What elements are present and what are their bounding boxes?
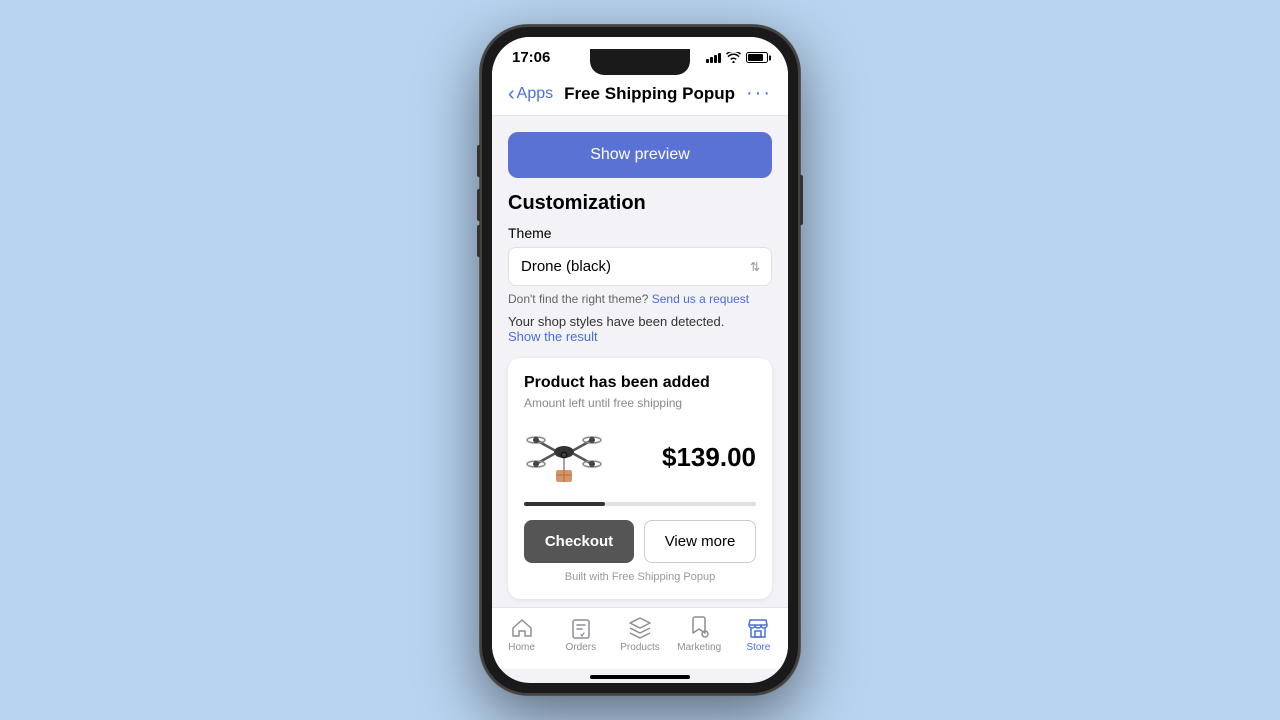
tab-products[interactable]: Products (610, 616, 669, 653)
progress-bar-fill (524, 502, 605, 506)
products-tab-icon (628, 616, 652, 640)
back-button[interactable]: ‹ Apps (508, 84, 553, 104)
drone-svg (524, 422, 604, 492)
scroll-content: Show preview Customization Theme Drone (… (492, 116, 788, 607)
marketing-tab-icon (687, 616, 711, 640)
tab-orders[interactable]: Orders (551, 616, 610, 653)
theme-select[interactable]: Drone (black) Minimal white Bold dark Cl… (508, 247, 772, 286)
help-text-prefix: Don't find the right theme? (508, 292, 652, 306)
drone-image (524, 422, 604, 492)
send-request-link[interactable]: Send us a request (652, 292, 749, 306)
tab-marketing[interactable]: Marketing (670, 616, 729, 653)
status-icons (706, 52, 768, 63)
back-label: Apps (517, 85, 553, 103)
tab-store[interactable]: Store (729, 616, 788, 653)
nav-bar: ‹ Apps Free Shipping Popup ··· (492, 72, 788, 116)
help-text: Don't find the right theme? Send us a re… (508, 292, 772, 306)
product-card: Product has been added Amount left until… (508, 358, 772, 599)
theme-field-label: Theme (508, 225, 772, 241)
built-with-text: Built with Free Shipping Popup (524, 571, 756, 583)
notch (590, 49, 690, 75)
product-card-subtitle: Amount left until free shipping (524, 396, 756, 410)
store-tab-icon (746, 616, 770, 640)
tab-store-label: Store (746, 642, 770, 653)
progress-bar-container (524, 502, 756, 506)
tab-products-label: Products (620, 642, 659, 653)
tab-orders-label: Orders (566, 642, 597, 653)
show-preview-button[interactable]: Show preview (508, 132, 772, 178)
checkout-button[interactable]: Checkout (524, 520, 634, 563)
product-price: $139.00 (662, 442, 756, 473)
customization-section: Customization Theme Drone (black) Minima… (508, 192, 772, 344)
shop-styles-text: Your shop styles have been detected. (508, 314, 724, 329)
home-indicator (590, 675, 690, 679)
show-result-link[interactable]: Show the result (508, 329, 772, 344)
back-chevron-icon: ‹ (508, 84, 515, 104)
product-content: $139.00 (524, 422, 756, 492)
product-buttons: Checkout View more (524, 520, 756, 563)
select-wrapper: Drone (black) Minimal white Bold dark Cl… (508, 247, 772, 286)
orders-tab-icon (569, 616, 593, 640)
phone-wrapper: 17:06 ‹ Apps F (480, 25, 800, 695)
section-title: Customization (508, 192, 772, 215)
more-button[interactable]: ··· (746, 82, 772, 105)
phone-screen: 17:06 ‹ Apps F (492, 37, 788, 683)
home-tab-icon (510, 616, 534, 640)
tab-marketing-label: Marketing (677, 642, 721, 653)
product-card-title: Product has been added (524, 374, 756, 392)
battery-icon (746, 52, 768, 63)
status-time: 17:06 (512, 49, 550, 66)
shop-styles-detected: Your shop styles have been detected. (508, 314, 772, 329)
wifi-icon (726, 52, 741, 63)
tab-home-label: Home (508, 642, 535, 653)
tab-bar: Home Orders Products (492, 607, 788, 669)
nav-title: Free Shipping Popup (564, 84, 735, 104)
tab-home[interactable]: Home (492, 616, 551, 653)
signal-icon (706, 53, 721, 63)
view-more-button[interactable]: View more (644, 520, 756, 563)
